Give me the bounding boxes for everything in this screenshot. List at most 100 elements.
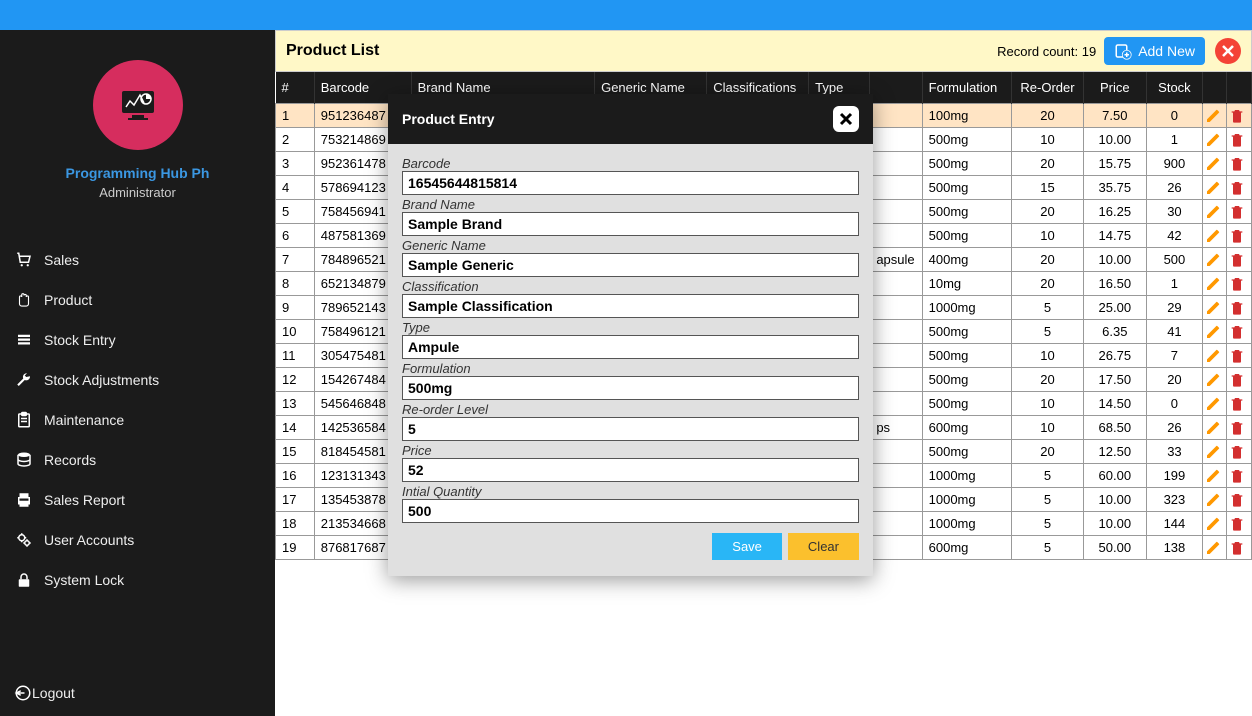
add-new-label: Add New (1138, 43, 1195, 59)
cell-price: 16.25 (1083, 200, 1146, 224)
edit-icon[interactable] (1205, 156, 1224, 172)
logout-button[interactable]: Logout (0, 670, 275, 716)
class-input[interactable] (402, 294, 859, 318)
cell-reorder: 5 (1012, 488, 1083, 512)
brand-input[interactable] (402, 212, 859, 236)
header-bar: Product List Record count: 19 Add New (275, 30, 1252, 72)
trash-icon[interactable] (1229, 252, 1249, 268)
sidebar-item-user-accounts[interactable]: User Accounts (0, 520, 275, 560)
sidebar-item-sales[interactable]: Sales (0, 240, 275, 280)
cell-stock: 20 (1146, 368, 1202, 392)
cell-extra (870, 368, 922, 392)
edit-icon[interactable] (1205, 204, 1224, 220)
sidebar-item-label: Maintenance (44, 412, 124, 428)
edit-icon[interactable] (1205, 252, 1224, 268)
type-input[interactable] (402, 335, 859, 359)
modal-close-button[interactable] (833, 106, 859, 132)
cell-num: 19 (276, 536, 315, 560)
trash-icon[interactable] (1229, 348, 1249, 364)
cell-stock: 500 (1146, 248, 1202, 272)
cell-price: 10.00 (1083, 248, 1146, 272)
edit-icon[interactable] (1205, 348, 1224, 364)
cell-reorder: 20 (1012, 440, 1083, 464)
cell-stock: 1 (1146, 272, 1202, 296)
cell-num: 6 (276, 224, 315, 248)
cell-formulation: 1000mg (922, 464, 1012, 488)
edit-icon[interactable] (1205, 180, 1224, 196)
page-title: Product List (286, 42, 997, 60)
cell-reorder: 10 (1012, 392, 1083, 416)
trash-icon[interactable] (1229, 204, 1249, 220)
price-input[interactable] (402, 458, 859, 482)
cell-reorder: 5 (1012, 296, 1083, 320)
edit-icon[interactable] (1205, 468, 1224, 484)
cell-num: 1 (276, 104, 315, 128)
edit-icon[interactable] (1205, 228, 1224, 244)
trash-icon[interactable] (1229, 132, 1249, 148)
sidebar-item-stock-entry[interactable]: Stock Entry (0, 320, 275, 360)
cell-reorder: 20 (1012, 248, 1083, 272)
edit-icon[interactable] (1205, 372, 1224, 388)
edit-icon[interactable] (1205, 276, 1224, 292)
sidebar-item-label: Stock Entry (44, 332, 116, 348)
sidebar-item-maintenance[interactable]: Maintenance (0, 400, 275, 440)
sidebar-item-system-lock[interactable]: System Lock (0, 560, 275, 600)
edit-icon[interactable] (1205, 540, 1224, 556)
edit-icon[interactable] (1205, 108, 1224, 124)
brand-name: Programming Hub Ph (0, 165, 275, 181)
cell-extra (870, 272, 922, 296)
edit-icon[interactable] (1205, 492, 1224, 508)
trash-icon[interactable] (1229, 108, 1249, 124)
cell-price: 7.50 (1083, 104, 1146, 128)
cell-formulation: 500mg (922, 320, 1012, 344)
trash-icon[interactable] (1229, 492, 1249, 508)
field-label: Barcode (402, 156, 859, 171)
edit-icon[interactable] (1205, 132, 1224, 148)
trash-icon[interactable] (1229, 228, 1249, 244)
sidebar-item-stock-adjustments[interactable]: Stock Adjustments (0, 360, 275, 400)
trash-icon[interactable] (1229, 444, 1249, 460)
save-button[interactable]: Save (712, 533, 782, 560)
cell-formulation: 1000mg (922, 488, 1012, 512)
cell-formulation: 1000mg (922, 512, 1012, 536)
trash-icon[interactable] (1229, 540, 1249, 556)
trash-icon[interactable] (1229, 420, 1249, 436)
reorder-input[interactable] (402, 417, 859, 441)
col-header: Stock (1146, 72, 1202, 104)
close-panel-button[interactable] (1215, 38, 1241, 64)
qty-input[interactable] (402, 499, 859, 523)
add-new-button[interactable]: Add New (1104, 37, 1205, 65)
edit-icon[interactable] (1205, 396, 1224, 412)
cell-stock: 33 (1146, 440, 1202, 464)
cart-icon (14, 250, 34, 270)
cell-price: 6.35 (1083, 320, 1146, 344)
sidebar-item-sales-report[interactable]: Sales Report (0, 480, 275, 520)
logout-icon (14, 684, 32, 702)
trash-icon[interactable] (1229, 372, 1249, 388)
trash-icon[interactable] (1229, 396, 1249, 412)
col-header-extra (870, 72, 922, 104)
trash-icon[interactable] (1229, 468, 1249, 484)
trash-icon[interactable] (1229, 300, 1249, 316)
clear-button[interactable]: Clear (788, 533, 859, 560)
sidebar-item-records[interactable]: Records (0, 440, 275, 480)
edit-icon[interactable] (1205, 444, 1224, 460)
edit-icon[interactable] (1205, 516, 1224, 532)
cell-reorder: 10 (1012, 128, 1083, 152)
trash-icon[interactable] (1229, 156, 1249, 172)
form-input[interactable] (402, 376, 859, 400)
edit-icon[interactable] (1205, 324, 1224, 340)
trash-icon[interactable] (1229, 276, 1249, 292)
trash-icon[interactable] (1229, 516, 1249, 532)
add-icon (1114, 42, 1132, 60)
cell-stock: 41 (1146, 320, 1202, 344)
cell-stock: 7 (1146, 344, 1202, 368)
sidebar-item-product[interactable]: Product (0, 280, 275, 320)
generic-input[interactable] (402, 253, 859, 277)
barcode-input[interactable] (402, 171, 859, 195)
cell-price: 50.00 (1083, 536, 1146, 560)
edit-icon[interactable] (1205, 300, 1224, 316)
edit-icon[interactable] (1205, 420, 1224, 436)
trash-icon[interactable] (1229, 180, 1249, 196)
trash-icon[interactable] (1229, 324, 1249, 340)
